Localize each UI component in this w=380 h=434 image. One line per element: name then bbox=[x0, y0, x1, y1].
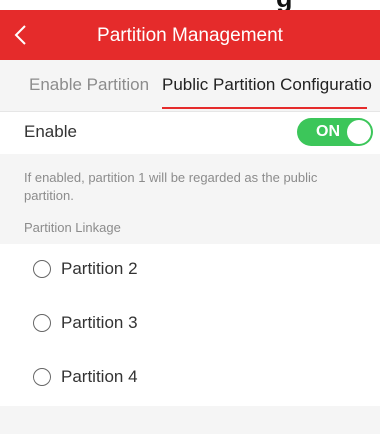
bottom-spacer bbox=[0, 406, 380, 434]
app-header: Partition Management bbox=[0, 10, 380, 60]
clipped-page-title: g bbox=[0, 0, 380, 10]
tab-bar: Enable Partition Public Partition Config… bbox=[0, 60, 380, 112]
enable-label: Enable bbox=[24, 122, 77, 141]
partition-label: Partition 4 bbox=[61, 367, 138, 386]
partition-item-3[interactable]: Partition 3 bbox=[0, 298, 380, 352]
radio-button-partition-4[interactable] bbox=[33, 368, 51, 386]
partition-item-2[interactable]: Partition 2 bbox=[0, 244, 380, 298]
partition-label: Partition 3 bbox=[61, 313, 138, 332]
partition-item-4[interactable]: Partition 4 bbox=[0, 352, 380, 406]
clipped-page-title-text: g bbox=[276, 0, 293, 10]
enable-row: Enable ON bbox=[0, 112, 380, 154]
partition-linkage-heading: Partition Linkage bbox=[24, 220, 121, 235]
info-section: If enabled, partition 1 will be regarded… bbox=[0, 154, 380, 244]
radio-button-partition-2[interactable] bbox=[33, 260, 51, 278]
toggle-knob bbox=[347, 120, 371, 144]
partition-label: Partition 2 bbox=[61, 259, 138, 278]
page-title: Partition Management bbox=[97, 25, 283, 46]
tab-public-partition-configuration[interactable]: Public Partition Configuration bbox=[162, 75, 372, 95]
tab-enable-partition[interactable]: Enable Partition bbox=[29, 75, 149, 95]
active-tab-indicator bbox=[162, 107, 367, 109]
radio-button-partition-3[interactable] bbox=[33, 314, 51, 332]
toggle-state-text: ON bbox=[316, 123, 340, 140]
partition-linkage-list: Partition 2 Partition 3 Partition 4 bbox=[0, 244, 380, 406]
enable-toggle[interactable]: ON bbox=[297, 118, 373, 146]
public-partition-description: If enabled, partition 1 will be regarded… bbox=[24, 170, 318, 203]
